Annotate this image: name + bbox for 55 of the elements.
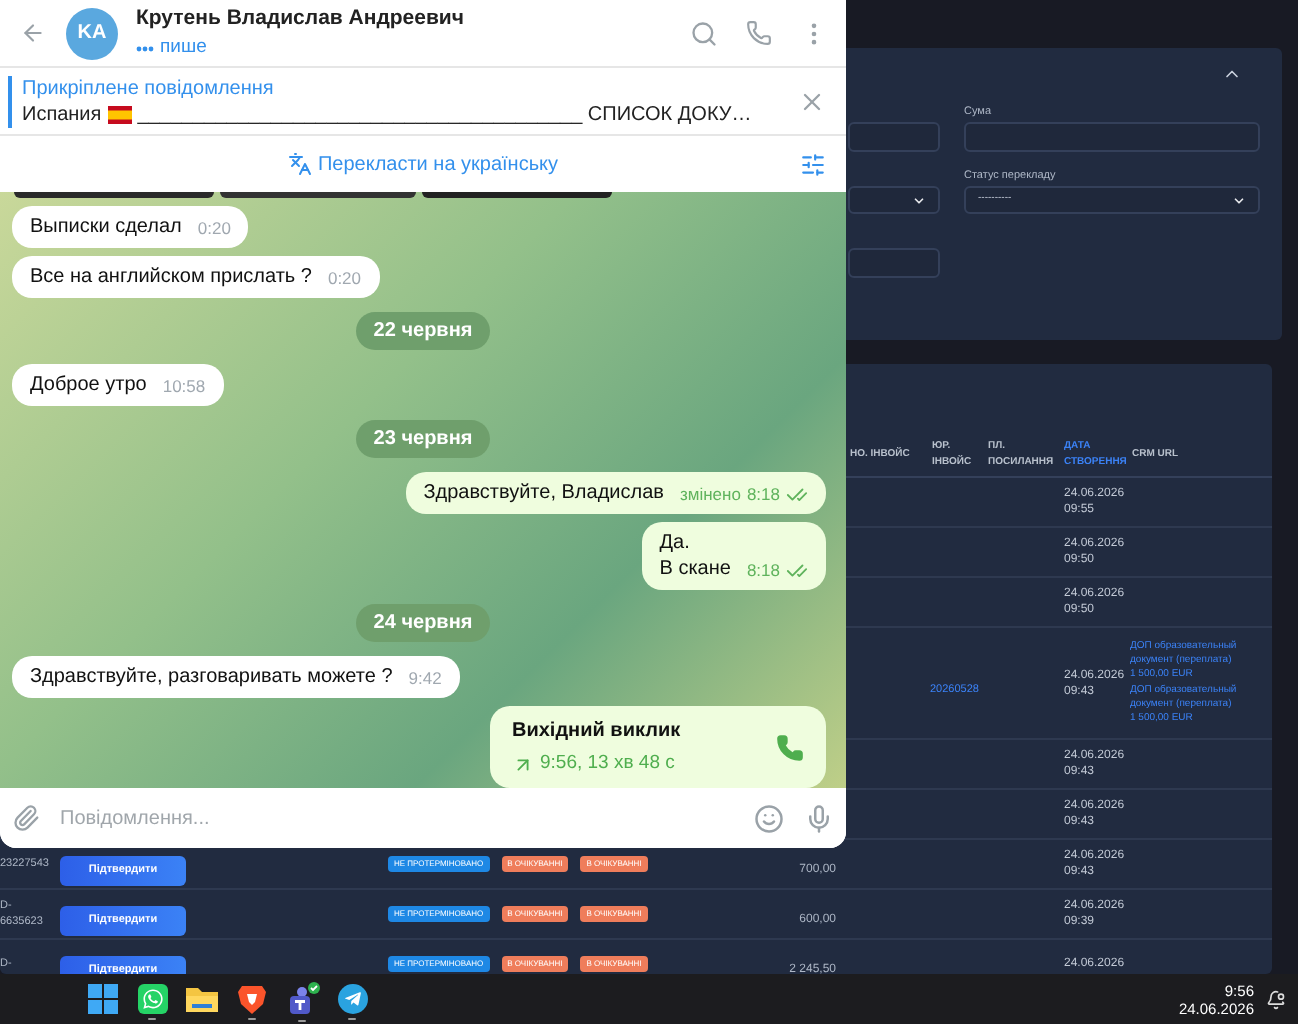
running-indicator — [348, 1017, 356, 1019]
windows-icon[interactable] — [87, 983, 117, 1013]
sliders-icon[interactable] — [800, 152, 826, 178]
pinned-text: ________________________________________ СПИСОК ДОКУ… — [137, 101, 752, 127]
running-indicator — [298, 1019, 306, 1021]
translate-button[interactable]: Перекласти на українську — [287, 149, 559, 179]
avatar: KA — [66, 7, 118, 59]
typing-status: пише — [160, 34, 207, 63]
paper-plane-icon[interactable] — [337, 983, 367, 1013]
typing-dots-icon — [136, 45, 154, 52]
microphone-icon[interactable] — [804, 803, 834, 833]
message-time: 8:18 — [746, 560, 780, 582]
input-field[interactable] — [848, 122, 940, 152]
message-text: Доброе утро — [30, 372, 147, 398]
chat-app-icon[interactable] — [137, 983, 167, 1013]
message-text: Здравствуйте, Владислав — [423, 480, 664, 506]
message-field[interactable]: Повідомлення... — [60, 803, 734, 833]
folder-icon[interactable] — [186, 984, 218, 1012]
phone-icon[interactable] — [776, 733, 804, 762]
call-details: 9:56, 13 хв 48 с — [540, 750, 675, 778]
date-chip: 24 червня — [355, 604, 491, 642]
call-title: Вихідний виклик — [512, 718, 681, 746]
translate-icon — [287, 152, 312, 176]
spain-flag-icon — [107, 105, 132, 123]
outgoing-arrow-icon — [512, 753, 534, 776]
contact-name: Крутень Владислав Андреевич — [136, 3, 464, 33]
attach-icon[interactable] — [12, 804, 40, 832]
dropdown-icon — [912, 193, 926, 207]
message-text: Все на английском прислать ? — [30, 264, 312, 290]
message-time: 10:58 — [162, 376, 206, 398]
input-field[interactable] — [964, 122, 1260, 152]
message-text: Выписки сделал — [30, 214, 182, 240]
message-time: 0:20 — [327, 268, 362, 290]
message-text: Да. В скане — [659, 530, 731, 582]
input-field[interactable] — [848, 248, 940, 278]
shield-icon[interactable] — [238, 983, 266, 1013]
message-time: 8:18 — [746, 484, 780, 506]
date-chip: 22 червня — [355, 312, 491, 350]
search-icon[interactable] — [690, 19, 718, 47]
date-chip: 23 червня — [355, 420, 491, 458]
running-indicator — [248, 1017, 256, 1019]
pinned-title: Прикріплене повідомлення — [22, 75, 276, 101]
running-indicator — [148, 1017, 156, 1019]
emoji-icon[interactable] — [754, 803, 784, 833]
message-time: 9:42 — [408, 668, 442, 690]
back-button[interactable] — [18, 19, 46, 47]
select-field[interactable] — [848, 186, 940, 214]
dropdown-icon — [1232, 193, 1246, 207]
edited-label: змінено — [679, 484, 741, 506]
message-time: 0:20 — [197, 218, 231, 240]
message-text: Здравствуйте, разговаривать можете ? — [30, 664, 393, 690]
phone-icon[interactable] — [746, 20, 772, 46]
pinned-text: Испания — [22, 101, 102, 127]
teams-icon[interactable] — [284, 981, 320, 1015]
notification-icon[interactable] — [1266, 989, 1286, 1009]
